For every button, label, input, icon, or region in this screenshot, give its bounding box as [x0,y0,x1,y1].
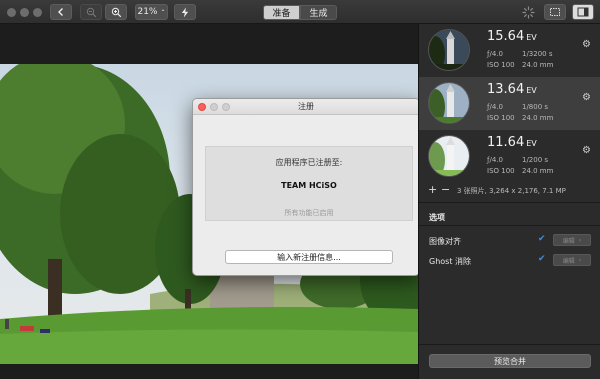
toolbar: 21% ⌃ 准备 生成 [0,0,600,24]
selection-icon [550,8,560,16]
bracket-thumbnail [428,82,470,124]
auto-button[interactable] [174,4,196,20]
bracket-focal: 24.0 mm [522,167,554,175]
bracket-iso: ISO 100 [487,167,515,175]
selection-button[interactable] [544,4,566,20]
bracket-iso: ISO 100 [487,61,515,69]
remove-bracket-button[interactable]: − [441,183,450,196]
features-status: 所有功能已启用 [284,209,334,217]
bracket-thumbnail [428,135,470,177]
preview-merge-button[interactable]: 预览合并 [429,354,591,368]
bracket-focal: 24.0 mm [522,61,554,69]
dialog-close-button[interactable] [198,103,206,111]
align-label: 图像对齐 [429,237,461,246]
options-header: 选项 [429,213,445,222]
tab-prepare[interactable]: 准备 [263,5,300,20]
bracket-item[interactable]: 15.64 EV ƒ/4.0 1/3200 s ISO 100 24.0 mm ⚙ [419,24,600,77]
zoom-select[interactable]: 21% ⌃ [135,4,168,20]
gear-icon[interactable]: ⚙ [582,145,591,156]
zoom-value: 21% [137,7,158,17]
bracket-summary: 3 张照片, 3,264 x 2,176, 7.1 MP [457,187,566,195]
zoom-out-button[interactable] [80,4,102,20]
bracket-shutter: 1/200 s [522,156,549,164]
bracket-shutter: 1/3200 s [522,50,553,58]
align-edit-button[interactable]: 编辑 › [553,234,591,246]
registered-to-label: 应用程序已注册至: [275,158,343,167]
bracket-ev: 15.64 EV [487,29,537,44]
bracket-aperture: ƒ/4.0 [487,50,503,58]
zoom-in-button[interactable] [105,4,127,20]
bracket-aperture: ƒ/4.0 [487,156,503,164]
bracket-item[interactable]: 11.64 EV ƒ/4.0 1/200 s ISO 100 24.0 mm ⚙ [419,130,600,183]
back-button[interactable] [50,4,72,20]
zoom-out-icon [86,7,96,17]
bracket-item[interactable]: 13.64 EV ƒ/4.0 1/800 s ISO 100 24.0 mm ⚙ [419,77,600,130]
loading-spinner-icon [522,6,535,19]
enter-new-registration-button[interactable]: 输入新注册信息... [225,250,393,264]
add-bracket-button[interactable]: + [428,183,437,196]
dialog-title: 注册 [298,102,314,111]
bracket-aperture: ƒ/4.0 [487,103,503,111]
bracket-ev: 13.64 EV [487,82,537,97]
lightning-icon [181,7,189,17]
zoom-in-icon [111,7,121,17]
dialog-titlebar: 注册 [193,99,419,115]
bracket-summary-bar: + − 3 张照片, 3,264 x 2,176, 7.1 MP [419,182,600,199]
tab-generate[interactable]: 生成 [300,5,337,20]
bracket-thumbnail [428,29,470,71]
sidebar-toggle-button[interactable] [572,4,594,20]
registration-dialog: 注册 应用程序已注册至: TEAM HCiSO 所有功能已启用 输入新注册信息.… [192,98,420,276]
brackets-panel: 15.64 EV ƒ/4.0 1/3200 s ISO 100 24.0 mm ⚙… [418,24,600,379]
licensee-name: TEAM HCiSO [281,181,337,190]
gear-icon[interactable]: ⚙ [582,92,591,103]
bracket-focal: 24.0 mm [522,114,554,122]
window-zoom-button[interactable] [33,8,42,17]
registration-info-box: 应用程序已注册至: TEAM HCiSO 所有功能已启用 [205,146,413,221]
back-arrow-icon [58,8,63,16]
chevron-updown-icon: ⌃ [160,8,166,16]
ghost-edit-button[interactable]: 编辑 › [553,254,591,266]
dialog-zoom-button[interactable] [222,103,230,111]
gear-icon[interactable]: ⚙ [582,39,591,50]
dialog-minimize-button[interactable] [210,103,218,111]
checkmark-icon[interactable]: ✔ [538,234,546,244]
checkmark-icon[interactable]: ✔ [538,254,546,264]
ghost-label: Ghost 消除 [429,257,472,266]
window-close-button[interactable] [7,8,16,17]
sidebar-icon [577,7,589,17]
window-minimize-button[interactable] [20,8,29,17]
bracket-iso: ISO 100 [487,114,515,122]
bracket-shutter: 1/800 s [522,103,549,111]
bracket-ev: 11.64 EV [487,135,537,150]
